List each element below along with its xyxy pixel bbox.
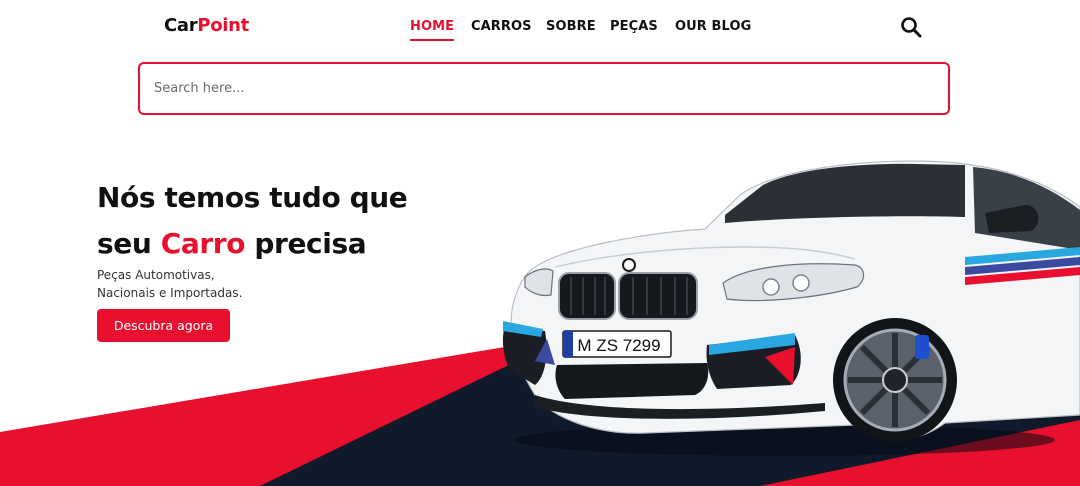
hero-subtitle-line2: Nacionais e Importadas.: [97, 286, 243, 300]
hero-title-line2-pre: seu: [97, 227, 161, 260]
search-icon: [901, 17, 922, 38]
nav-item-pecas[interactable]: PEÇAS: [610, 19, 658, 34]
hero-title-line1: Nós temos tudo que: [97, 181, 408, 214]
discover-now-button[interactable]: Descubra agora: [97, 309, 230, 342]
hero-title-highlight: Carro: [160, 227, 246, 260]
nav-item-carros[interactable]: CARROS: [471, 19, 532, 34]
hero-subtitle: Peças Automotivas, Nacionais e Importada…: [97, 266, 242, 302]
nav-item-sobre[interactable]: SOBRE: [546, 19, 596, 34]
search-button[interactable]: [898, 14, 924, 40]
license-plate-text: M ZS 7299: [577, 336, 660, 355]
car-illustration: M ZS 7299: [502, 160, 1080, 456]
nav-item-home[interactable]: HOME: [410, 19, 455, 41]
hero-subtitle-line1: Peças Automotivas,: [97, 268, 215, 282]
nav-item-our-blog[interactable]: OUR BLOG: [675, 19, 751, 34]
search-bar: [138, 62, 950, 115]
hero-title-line2-post: precisa: [245, 227, 367, 260]
hero-title: Nós temos tudo que seu Carro precisa: [97, 175, 457, 267]
search-input[interactable]: [154, 64, 934, 113]
